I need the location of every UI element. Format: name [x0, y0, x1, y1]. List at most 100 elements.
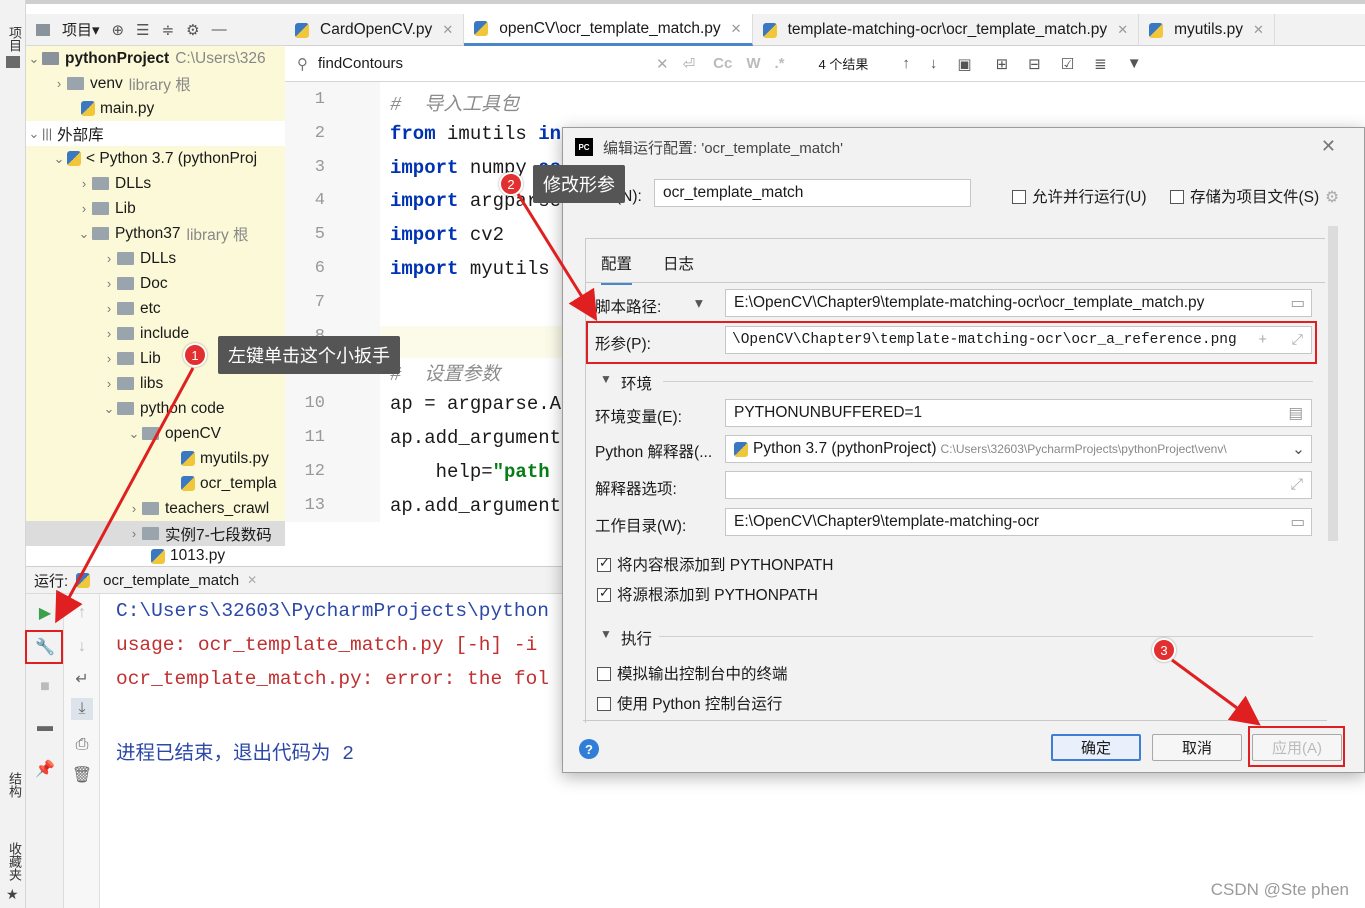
remove-occurrence-icon[interactable]: ⊟	[1028, 55, 1041, 73]
close-icon[interactable]: ✕	[247, 573, 257, 587]
stop-icon[interactable]: ■	[34, 676, 56, 698]
project-view-dropdown[interactable]: 项目▾	[62, 19, 100, 40]
filter-icon[interactable]: ▼	[1127, 55, 1142, 72]
search-icon[interactable]: ⚲	[297, 55, 308, 73]
run-icon[interactable]: ▶	[34, 602, 56, 624]
ok-button[interactable]: 确定	[1051, 734, 1141, 761]
arrow-up-icon[interactable]: ↑	[902, 55, 910, 72]
chevron-right-icon[interactable]: ›	[101, 251, 117, 266]
collapse-all-icon[interactable]: ≑	[162, 21, 175, 39]
checkbox-icon[interactable]	[597, 697, 611, 711]
words-toggle[interactable]: W	[746, 55, 760, 72]
tree-item[interactable]: ⌄ Python37 library 根	[26, 221, 285, 246]
trash-icon[interactable]: 🗑	[71, 764, 93, 786]
tab-logs[interactable]: 日志	[663, 252, 694, 274]
tree-item[interactable]: › libs	[26, 371, 285, 396]
tree-item[interactable]: ocr_templa	[26, 471, 285, 496]
scroll-to-end-icon[interactable]: ⤓	[71, 698, 93, 720]
tree-item[interactable]: ⌄ openCV	[26, 421, 285, 446]
editor-tab[interactable]: template-matching-ocr\ocr_template_match…	[753, 14, 1140, 46]
star-icon[interactable]: ★	[6, 886, 19, 903]
clear-icon[interactable]: ✕	[656, 55, 669, 73]
chevron-down-icon[interactable]: ⌄	[51, 151, 67, 167]
run-tab[interactable]: ocr_template_match	[103, 572, 239, 589]
checkbox-checked-icon[interactable]	[597, 585, 611, 602]
find-input[interactable]: findContours	[318, 55, 648, 72]
close-icon[interactable]: ✕	[1253, 22, 1264, 38]
editor-tab[interactable]: myutils.py ✕	[1139, 14, 1275, 46]
pin-icon[interactable]: 📌	[34, 758, 56, 780]
filter-lines-icon[interactable]: ≣	[1094, 55, 1107, 73]
checkbox-icon[interactable]	[1012, 190, 1026, 204]
close-icon[interactable]: ✕	[1321, 136, 1336, 157]
tree-item[interactable]: ⌄ pythonProject C:\Users\326	[26, 46, 285, 71]
structure-tool-label[interactable]: 结构	[5, 772, 24, 798]
chevron-down-icon[interactable]: ⌄	[26, 51, 42, 67]
dialog-scrollbar[interactable]	[1328, 226, 1338, 541]
name-field[interactable]: ocr_template_match	[654, 179, 971, 207]
select-all-occurrences-icon[interactable]: ☑	[1061, 55, 1074, 73]
tree-item[interactable]: › 实例7-七段数码	[26, 521, 285, 546]
tree-item[interactable]: › Lib	[26, 196, 285, 221]
tree-item[interactable]: main.py	[26, 96, 285, 121]
arrow-up-icon[interactable]: ↑	[71, 602, 93, 624]
interp-options-field[interactable]: ⤢	[725, 471, 1312, 499]
gear-icon[interactable]: ⚙	[1325, 189, 1339, 206]
arrow-down-icon[interactable]: ↓	[930, 55, 938, 72]
chevron-right-icon[interactable]: ›	[101, 351, 117, 366]
tree-item[interactable]: ⌄ python code	[26, 396, 285, 421]
chevron-down-icon[interactable]: ⌄	[1288, 439, 1305, 459]
tree-item[interactable]: myutils.py	[26, 446, 285, 471]
settings-gear-icon[interactable]: ⚙	[186, 21, 199, 39]
tree-item[interactable]: › DLLs	[26, 246, 285, 271]
editor-tab-active[interactable]: openCV\ocr_template_match.py ✕	[464, 14, 753, 46]
tree-item[interactable]: › venv library 根	[26, 71, 285, 96]
match-case-toggle[interactable]: Cc	[713, 55, 732, 72]
chevron-right-icon[interactable]: ›	[101, 301, 117, 316]
tree-item[interactable]: ⌄ ||| 外部库	[26, 121, 104, 146]
checkbox-icon[interactable]	[1170, 190, 1184, 204]
folder-icon[interactable]: ▭	[1290, 294, 1305, 313]
tree-item[interactable]: 1013.py	[26, 546, 225, 566]
chevron-right-icon[interactable]: ›	[126, 501, 142, 516]
chevron-down-icon[interactable]: ⌄	[126, 426, 142, 442]
chevron-right-icon[interactable]: ›	[51, 76, 67, 91]
store-as-file-checkbox[interactable]: 存储为项目文件(S) ⚙	[1170, 185, 1339, 207]
tree-item[interactable]: › etc	[26, 296, 285, 321]
close-icon[interactable]: ✕	[1117, 22, 1128, 38]
interpreter-select[interactable]: Python 3.7 (pythonProject) C:\Users\32603…	[725, 435, 1312, 463]
help-icon[interactable]: ?	[579, 739, 599, 759]
expand-all-icon[interactable]: ☰	[136, 21, 149, 39]
tree-item[interactable]: › teachers_crawl	[26, 496, 285, 521]
select-all-icon[interactable]: ▣	[957, 55, 971, 73]
project-tool-label[interactable]: 项目	[5, 26, 24, 52]
chevron-right-icon[interactable]: ›	[76, 176, 92, 191]
tab-config[interactable]: 配置	[601, 252, 633, 285]
regex-toggle[interactable]: .*	[775, 55, 785, 72]
soft-wrap-icon[interactable]: ↵	[71, 668, 93, 690]
chevron-down-icon[interactable]: ▼	[600, 627, 612, 641]
script-path-field[interactable]: E:\OpenCV\Chapter9\template-matching-ocr…	[725, 289, 1312, 317]
checkbox-checked-icon[interactable]	[597, 555, 611, 572]
newline-icon[interactable]: ⏎	[683, 55, 696, 73]
tree-item[interactable]: ⌄ < Python 3.7 (pythonProj	[26, 146, 285, 171]
chevron-right-icon[interactable]: ›	[101, 326, 117, 341]
add-occurrence-icon[interactable]: ⊞	[996, 55, 1009, 73]
hide-icon[interactable]: —	[212, 21, 227, 38]
editor-tab[interactable]: CardOpenCV.py ✕	[285, 14, 465, 46]
add-source-roots-checkbox[interactable]: 将源根添加到 PYTHONPATH	[597, 583, 818, 605]
python-console-checkbox[interactable]: 使用 Python 控制台运行	[597, 692, 782, 714]
chevron-right-icon[interactable]: ›	[126, 526, 142, 541]
tree-item[interactable]: › DLLs	[26, 171, 285, 196]
favorites-tool-label[interactable]: 收藏夹	[5, 842, 24, 881]
emulate-terminal-checkbox[interactable]: 模拟输出控制台中的终端	[597, 662, 788, 684]
workdir-field[interactable]: E:\OpenCV\Chapter9\template-matching-ocr…	[725, 508, 1312, 536]
chevron-down-icon[interactable]: ▼	[600, 372, 612, 386]
chevron-right-icon[interactable]: ›	[101, 376, 117, 391]
tree-item[interactable]: › Doc	[26, 271, 285, 296]
print-icon[interactable]: ⎙	[71, 734, 93, 756]
chevron-right-icon[interactable]: ›	[101, 276, 117, 291]
add-content-roots-checkbox[interactable]: 将内容根添加到 PYTHONPATH	[597, 553, 833, 575]
chevron-down-icon[interactable]: ⌄	[26, 126, 42, 142]
expand-icon[interactable]: ⤢	[1291, 476, 1303, 494]
